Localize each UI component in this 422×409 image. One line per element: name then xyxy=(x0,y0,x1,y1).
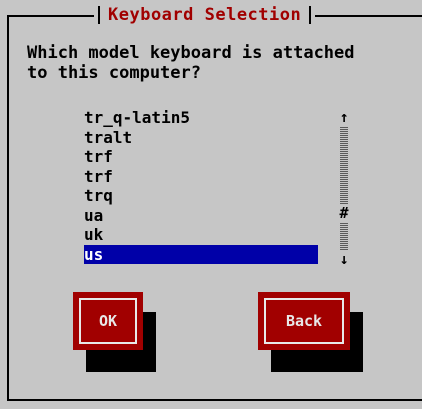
keyboard-list-item[interactable]: uk xyxy=(84,225,318,245)
keyboard-list[interactable]: tr_q-latin5 tralt trf trf trq ua uk us xyxy=(84,108,318,264)
keyboard-list-item[interactable]: trq xyxy=(84,186,318,206)
keyboard-list-item[interactable]: trf xyxy=(84,147,318,167)
ok-button[interactable]: OK xyxy=(73,292,143,350)
keyboard-list-item[interactable]: trf xyxy=(84,167,318,187)
keyboard-list-item[interactable]: tralt xyxy=(84,128,318,148)
dialog-prompt: Which model keyboard is attached to this… xyxy=(27,43,355,83)
title-right-tick xyxy=(309,6,312,24)
dialog-title-bar: Keyboard Selection xyxy=(94,2,316,28)
scroll-up-arrow-icon[interactable]: ↑ xyxy=(337,108,351,126)
scroll-thumb[interactable]: # xyxy=(337,204,351,222)
scroll-track[interactable] xyxy=(340,126,348,250)
keyboard-list-scrollbar[interactable]: ↑ # ↓ xyxy=(337,108,351,268)
dialog-title: Keyboard Selection xyxy=(108,5,302,25)
back-button[interactable]: Back xyxy=(258,292,350,350)
scroll-down-arrow-icon[interactable]: ↓ xyxy=(337,250,351,268)
keyboard-list-item[interactable]: us xyxy=(84,244,318,264)
keyboard-list-item[interactable]: tr_q-latin5 xyxy=(84,108,318,128)
keyboard-list-item[interactable]: ua xyxy=(84,206,318,226)
keyboard-selection-dialog: Keyboard Selection Which model keyboard … xyxy=(0,0,422,409)
